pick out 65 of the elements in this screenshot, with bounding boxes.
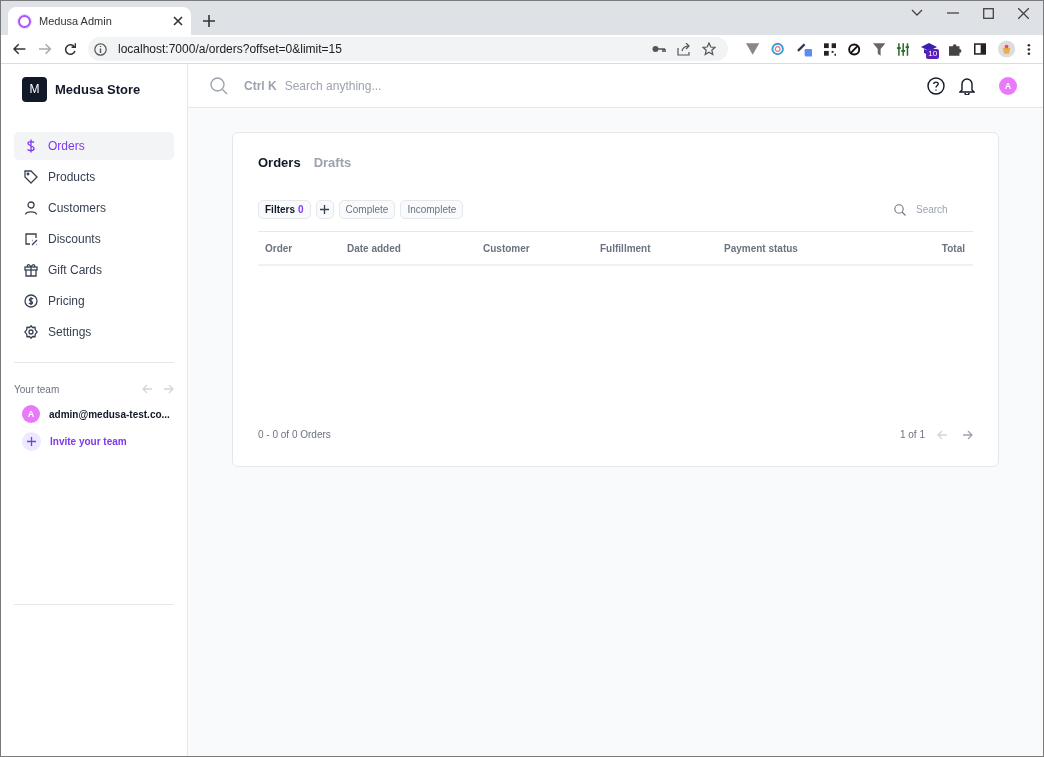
- tag-icon: [24, 170, 38, 184]
- ring-icon[interactable]: [771, 42, 785, 56]
- sliders-icon[interactable]: [896, 42, 910, 56]
- sidebar-item[interactable]: Gift Cards: [14, 256, 174, 284]
- puzzle-icon[interactable]: [949, 42, 962, 56]
- gift-icon: [24, 263, 38, 277]
- close-icon[interactable]: [173, 16, 183, 26]
- sidebar-item[interactable]: Orders: [14, 132, 174, 160]
- filters-button[interactable]: Filters 0: [258, 200, 311, 219]
- invite-team-link[interactable]: Invite your team: [14, 432, 174, 451]
- results-summary: 0 - 0 of 0 Orders: [258, 429, 331, 440]
- add-filter-button[interactable]: [315, 200, 334, 219]
- orders-tab[interactable]: Orders: [258, 155, 301, 170]
- column-header: Total: [941, 242, 965, 254]
- plus-icon: [22, 432, 41, 451]
- column-header: Order: [265, 242, 294, 254]
- settings-icon: [24, 325, 38, 339]
- new-tab-icon[interactable]: [203, 15, 215, 27]
- column-header: Customer: [483, 242, 531, 254]
- block-icon[interactable]: [848, 42, 861, 56]
- qr-code-icon[interactable]: [823, 42, 837, 56]
- search-icon: [894, 203, 906, 216]
- team-heading: Your team: [14, 383, 60, 395]
- user-icon: [24, 201, 38, 215]
- funnel-icon[interactable]: [872, 42, 885, 56]
- maximize-icon[interactable]: [983, 7, 994, 19]
- search-field[interactable]: Search anything...: [282, 77, 487, 94]
- column-header: Fulfillment: [600, 242, 652, 254]
- sidebar-item[interactable]: Discounts: [14, 225, 174, 253]
- column-header: Payment status: [724, 242, 799, 254]
- store-logo: M: [22, 76, 47, 102]
- menu-icon[interactable]: [1027, 42, 1032, 56]
- sidebar-item[interactable]: Products: [14, 163, 174, 191]
- keyboard-shortcut: Ctrl K: [244, 78, 277, 93]
- plus-icon: [320, 205, 330, 214]
- help-icon[interactable]: [927, 76, 945, 95]
- key-icon[interactable]: [652, 45, 666, 53]
- dollar-icon: [24, 139, 38, 153]
- share-icon[interactable]: [677, 42, 691, 56]
- close-icon[interactable]: [1018, 7, 1029, 19]
- info-icon: [94, 42, 107, 56]
- address-bar[interactable]: localhost:7000/a/orders?offset=0&limit=15: [88, 37, 728, 61]
- reload-icon[interactable]: [63, 42, 76, 56]
- page-indicator: 1 of 1: [899, 429, 925, 440]
- store-name: Medusa Store: [55, 81, 141, 97]
- browser-tab[interactable]: Medusa Admin: [8, 7, 191, 35]
- filter-chip[interactable]: Complete: [338, 200, 396, 219]
- star-icon[interactable]: [702, 42, 716, 56]
- coin-icon: [24, 294, 38, 308]
- favicon-icon: [18, 14, 31, 28]
- filter-chip[interactable]: Incomplete: [400, 200, 464, 219]
- profile-avatar-icon[interactable]: [998, 40, 1016, 58]
- side-panel-icon[interactable]: [973, 43, 987, 55]
- column-header: Date added: [347, 242, 402, 254]
- extension-badge: 10: [926, 49, 940, 59]
- sidebar-item[interactable]: Pricing: [14, 287, 174, 315]
- discount-icon: [24, 232, 38, 246]
- sidebar-item[interactable]: Customers: [14, 194, 174, 222]
- member-email: admin@medusa-test.co...: [49, 408, 170, 420]
- back-icon[interactable]: [13, 43, 27, 55]
- notification-bell-icon[interactable]: [959, 76, 975, 95]
- member-avatar: A: [22, 405, 40, 423]
- sidebar-item[interactable]: Settings: [14, 318, 174, 346]
- chevron-down-icon[interactable]: [911, 9, 923, 17]
- search-icon: [210, 76, 228, 95]
